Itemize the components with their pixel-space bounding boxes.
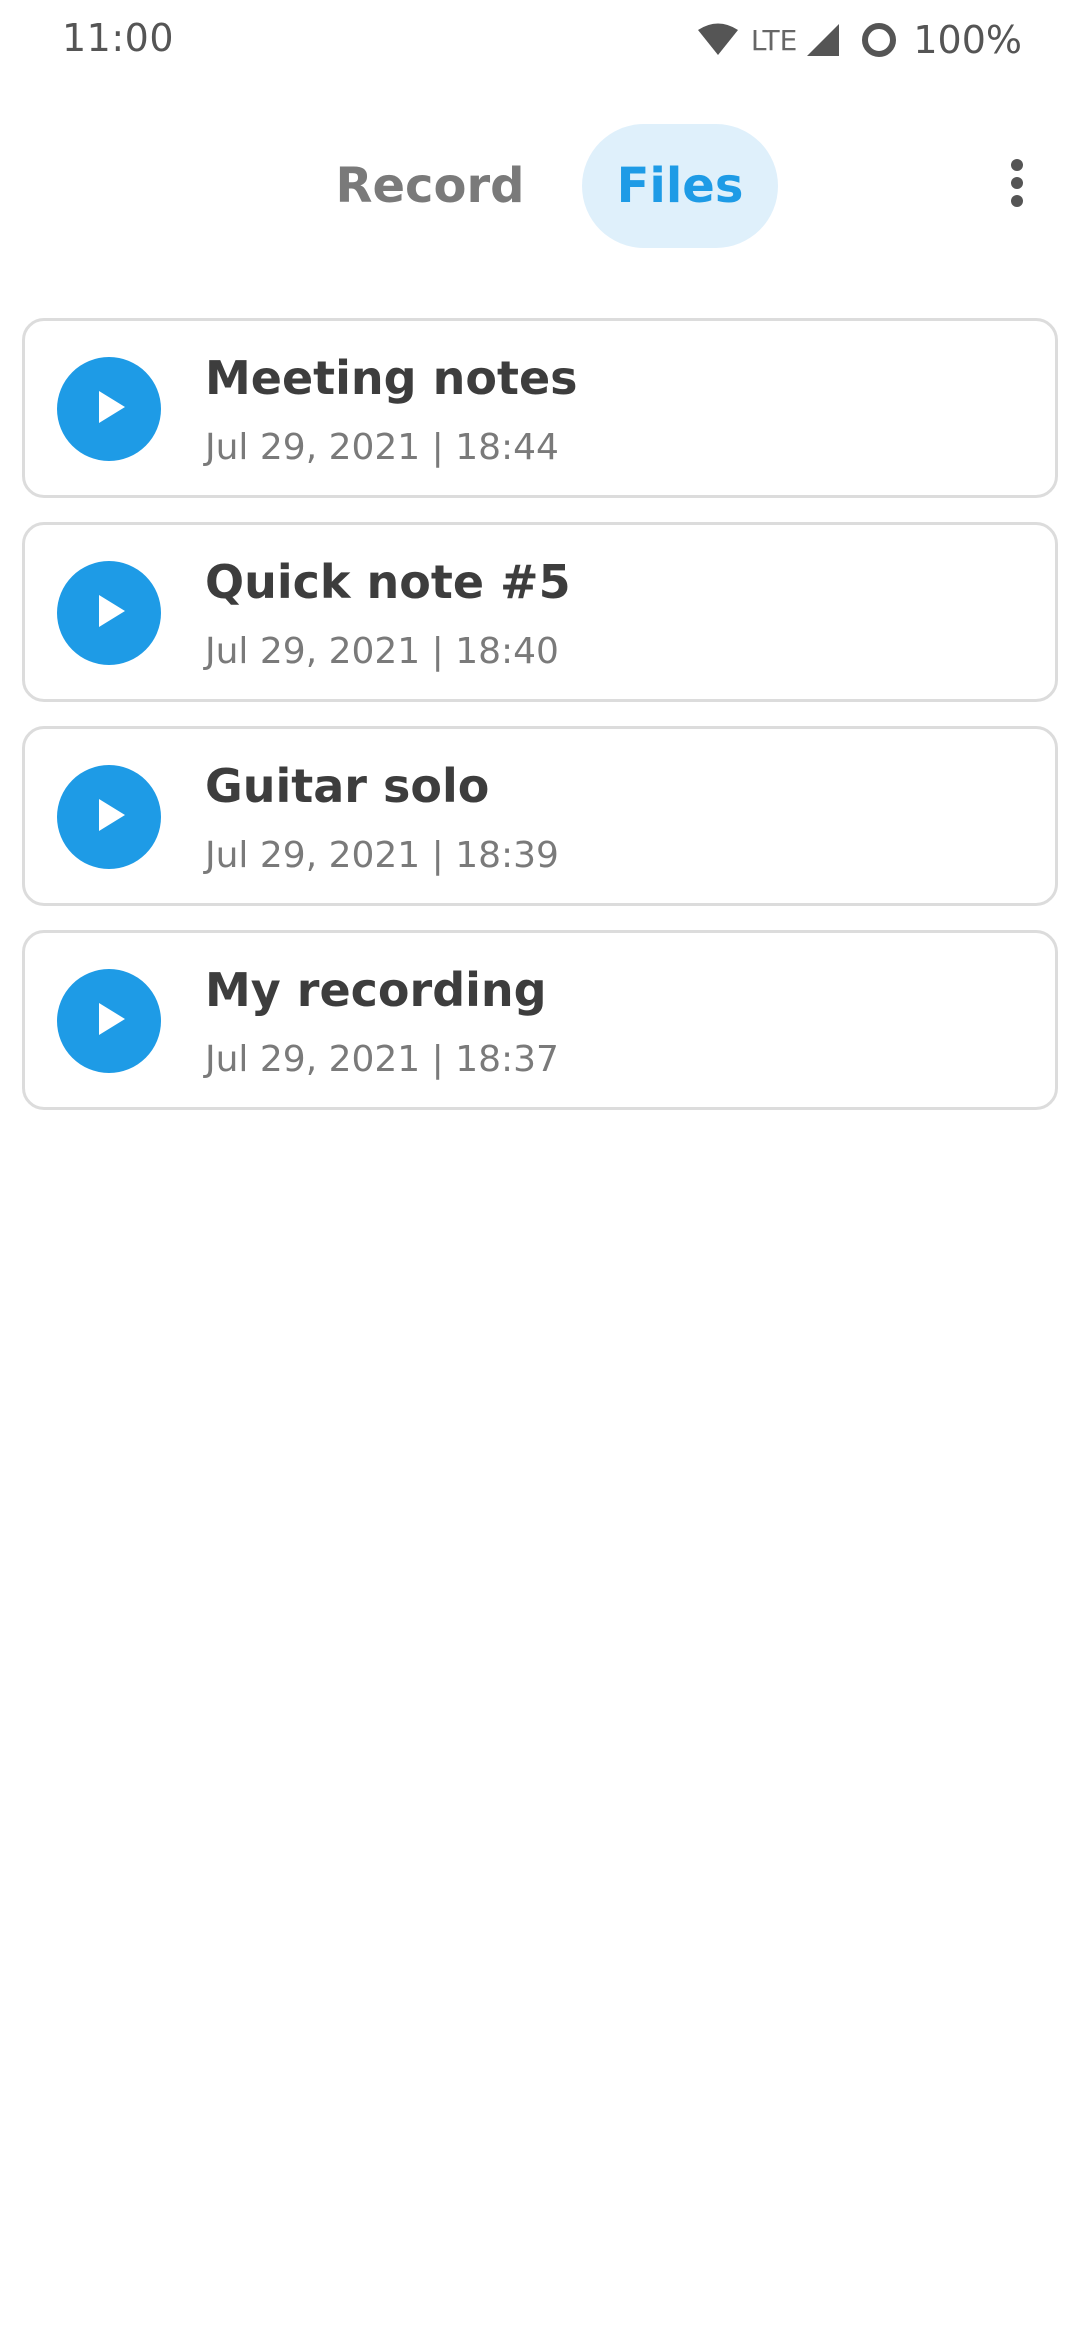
recording-card[interactable]: My recording Jul 29, 2021 | 18:37 <box>22 930 1058 1110</box>
recording-card[interactable]: Guitar solo Jul 29, 2021 | 18:39 <box>22 726 1058 906</box>
tab-files-label: Files <box>616 158 744 214</box>
status-bar: 11:00 LTE 100% <box>0 0 1080 80</box>
recording-date-time: Jul 29, 2021 | 18:40 <box>205 631 559 672</box>
battery-icon <box>859 20 899 60</box>
play-button[interactable] <box>57 765 161 869</box>
overflow-menu-button[interactable] <box>982 150 1052 220</box>
play-icon <box>89 591 129 635</box>
status-time: 11:00 <box>62 16 175 60</box>
play-icon <box>89 387 129 431</box>
cell-signal-icon <box>805 22 841 58</box>
play-icon <box>89 795 129 839</box>
recording-title: My recording <box>205 963 547 1017</box>
recording-card[interactable]: Quick note #5 Jul 29, 2021 | 18:40 <box>22 522 1058 702</box>
overflow-menu-icon <box>1007 157 1027 213</box>
play-button[interactable] <box>57 969 161 1073</box>
recording-date-time: Jul 29, 2021 | 18:37 <box>205 1039 559 1080</box>
recording-title: Meeting notes <box>205 351 578 405</box>
tab-record[interactable]: Record <box>320 124 540 248</box>
recording-date-time: Jul 29, 2021 | 18:44 <box>205 427 559 468</box>
recording-title: Guitar solo <box>205 759 490 813</box>
play-button[interactable] <box>57 357 161 461</box>
status-icons: LTE 100% <box>697 14 1022 66</box>
play-button[interactable] <box>57 561 161 665</box>
recordings-list: Meeting notes Jul 29, 2021 | 18:44 Quick… <box>22 318 1058 1134</box>
recording-title: Quick note #5 <box>205 555 571 609</box>
tab-files[interactable]: Files <box>582 124 778 248</box>
recording-date-time: Jul 29, 2021 | 18:39 <box>205 835 559 876</box>
network-type-label: LTE <box>750 23 798 57</box>
wifi-icon <box>697 23 739 57</box>
battery-percentage: 100% <box>913 18 1022 62</box>
play-icon <box>89 999 129 1043</box>
tab-record-label: Record <box>335 158 525 214</box>
recording-card[interactable]: Meeting notes Jul 29, 2021 | 18:44 <box>22 318 1058 498</box>
top-tab-bar: Record Files <box>0 120 1080 250</box>
